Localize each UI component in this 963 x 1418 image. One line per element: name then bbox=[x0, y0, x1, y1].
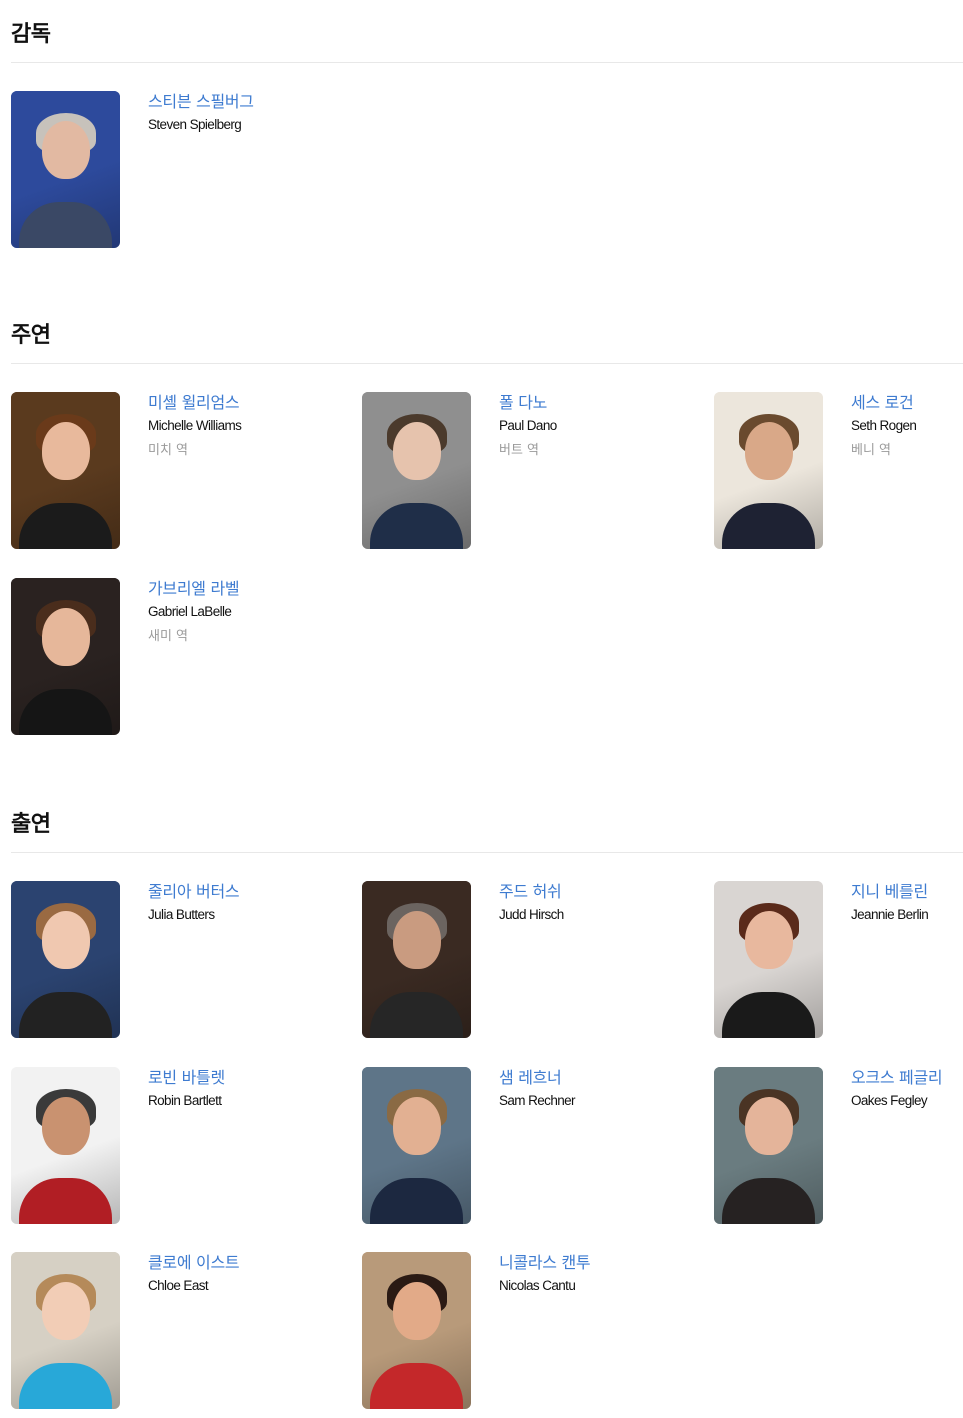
person-korean-name-link[interactable]: 스티븐 스필버그 bbox=[148, 91, 338, 113]
person-photo[interactable] bbox=[714, 392, 823, 549]
person-info: 줄리아 버터스 Julia Butters bbox=[148, 881, 338, 924]
photo-face bbox=[744, 1097, 793, 1155]
person-english-name: Oakes Fegley bbox=[851, 1093, 928, 1108]
person-english-name: Seth Rogen bbox=[851, 418, 917, 433]
person-info: 로빈 바틀렛 Robin Bartlett bbox=[148, 1067, 338, 1110]
photo-face bbox=[392, 1282, 441, 1340]
photo-face bbox=[744, 422, 793, 480]
photo-face bbox=[392, 911, 441, 969]
person-info: 가브리엘 라벨 Gabriel LaBelle 새미 역 bbox=[148, 578, 338, 646]
person-info: 세스 로건 Seth Rogen 베니 역 bbox=[851, 392, 963, 460]
person-card[interactable]: 줄리아 버터스 Julia Butters bbox=[11, 881, 341, 1041]
person-english-name: Michelle Williams bbox=[148, 418, 242, 433]
person-photo[interactable] bbox=[362, 881, 471, 1038]
photo-face bbox=[392, 1097, 441, 1155]
person-korean-name-link[interactable]: 가브리엘 라벨 bbox=[148, 578, 338, 600]
person-card[interactable]: 주드 허쉬 Judd Hirsch bbox=[362, 881, 692, 1041]
person-info: 지니 베를린 Jeannie Berlin bbox=[851, 881, 963, 924]
person-photo[interactable] bbox=[11, 881, 120, 1038]
photo-face bbox=[41, 608, 90, 666]
person-card[interactable]: 가브리엘 라벨 Gabriel LaBelle 새미 역 bbox=[11, 578, 341, 738]
person-photo[interactable] bbox=[11, 578, 120, 735]
lead-section: 주연 미셸 윌리엄스 Michelle Williams 미치 역 폴 다노 Paul … bbox=[11, 318, 963, 737]
person-korean-name-link[interactable]: 로빈 바틀렛 bbox=[148, 1067, 338, 1089]
person-role: 베니 역 bbox=[851, 443, 892, 458]
section-title-lead: 주연 bbox=[11, 323, 51, 348]
person-info: 클로에 이스트 Chloe East bbox=[148, 1252, 338, 1295]
person-english-name: Paul Dano bbox=[499, 418, 557, 433]
person-korean-name-link[interactable]: 클로에 이스트 bbox=[148, 1252, 338, 1274]
person-role: 새미 역 bbox=[148, 629, 189, 644]
person-photo[interactable] bbox=[11, 392, 120, 549]
person-info: 주드 허쉬 Judd Hirsch bbox=[499, 881, 689, 924]
person-photo[interactable] bbox=[11, 1067, 120, 1224]
person-photo[interactable] bbox=[714, 881, 823, 1038]
section-title-cast: 출연 bbox=[11, 812, 51, 837]
person-korean-name-link[interactable]: 줄리아 버터스 bbox=[148, 881, 338, 903]
person-korean-name-link[interactable]: 주드 허쉬 bbox=[499, 881, 689, 903]
person-photo[interactable] bbox=[362, 1067, 471, 1224]
person-card[interactable]: 샘 레흐너 Sam Rechner bbox=[362, 1067, 692, 1227]
person-card[interactable]: 미셸 윌리엄스 Michelle Williams 미치 역 bbox=[11, 392, 341, 552]
person-info: 미셸 윌리엄스 Michelle Williams 미치 역 bbox=[148, 392, 338, 460]
person-english-name: Steven Spielberg bbox=[148, 117, 242, 132]
person-card[interactable]: 세스 로건 Seth Rogen 베니 역 bbox=[714, 392, 963, 552]
person-card[interactable]: 로빈 바틀렛 Robin Bartlett bbox=[11, 1067, 341, 1227]
person-korean-name-link[interactable]: 세스 로건 bbox=[851, 392, 963, 414]
photo-face bbox=[744, 911, 793, 969]
person-card[interactable]: 지니 베를린 Jeannie Berlin bbox=[714, 881, 963, 1041]
section-title-director: 감독 bbox=[11, 22, 51, 47]
person-role: 버트 역 bbox=[499, 443, 540, 458]
person-english-name: Judd Hirsch bbox=[499, 907, 564, 922]
person-english-name: Jeannie Berlin bbox=[851, 907, 929, 922]
person-korean-name-link[interactable]: 지니 베를린 bbox=[851, 881, 963, 903]
person-photo[interactable] bbox=[11, 1252, 120, 1409]
lead-grid: 미셸 윌리엄스 Michelle Williams 미치 역 폴 다노 Paul Dan… bbox=[11, 392, 963, 737]
photo-face bbox=[41, 422, 90, 480]
person-korean-name-link[interactable]: 샘 레흐너 bbox=[499, 1067, 689, 1089]
photo-face bbox=[41, 121, 90, 179]
person-photo[interactable] bbox=[714, 1067, 823, 1224]
photo-face bbox=[41, 911, 90, 969]
person-korean-name-link[interactable]: 니콜라스 캔투 bbox=[499, 1252, 689, 1274]
person-info: 니콜라스 캔투 Nicolas Cantu bbox=[499, 1252, 689, 1295]
person-card[interactable]: 스티븐 스필버그 Steven Spielberg bbox=[11, 91, 341, 251]
photo-face bbox=[41, 1282, 90, 1340]
person-info: 샘 레흐너 Sam Rechner bbox=[499, 1067, 689, 1110]
photo-face bbox=[392, 422, 441, 480]
section-divider bbox=[11, 363, 963, 364]
section-divider bbox=[11, 62, 963, 63]
person-english-name: Gabriel LaBelle bbox=[148, 604, 232, 619]
person-card[interactable]: 폴 다노 Paul Dano 버트 역 bbox=[362, 392, 692, 552]
person-card[interactable]: 클로에 이스트 Chloe East bbox=[11, 1252, 341, 1412]
person-info: 폴 다노 Paul Dano 버트 역 bbox=[499, 392, 689, 460]
person-photo[interactable] bbox=[11, 91, 120, 248]
person-korean-name-link[interactable]: 폴 다노 bbox=[499, 392, 689, 414]
person-info: 오크스 페글리 Oakes Fegley bbox=[851, 1067, 963, 1110]
cast-grid: 줄리아 버터스 Julia Butters 주드 허쉬 Judd Hirsch 지니 베… bbox=[11, 881, 963, 1411]
person-english-name: Julia Butters bbox=[148, 907, 215, 922]
person-korean-name-link[interactable]: 미셸 윌리엄스 bbox=[148, 392, 338, 414]
person-english-name: Nicolas Cantu bbox=[499, 1278, 576, 1293]
person-info: 스티븐 스필버그 Steven Spielberg bbox=[148, 91, 338, 134]
person-english-name: Sam Rechner bbox=[499, 1093, 576, 1108]
person-card[interactable]: 오크스 페글리 Oakes Fegley bbox=[714, 1067, 963, 1227]
person-korean-name-link[interactable]: 오크스 페글리 bbox=[851, 1067, 963, 1089]
photo-face bbox=[41, 1097, 90, 1155]
person-english-name: Chloe East bbox=[148, 1278, 209, 1293]
person-english-name: Robin Bartlett bbox=[148, 1093, 222, 1108]
person-role: 미치 역 bbox=[148, 443, 189, 458]
person-card[interactable]: 니콜라스 캔투 Nicolas Cantu bbox=[362, 1252, 692, 1412]
director-grid: 스티븐 스필버그 Steven Spielberg bbox=[11, 91, 963, 251]
director-section: 감독 스티븐 스필버그 Steven Spielberg bbox=[11, 17, 963, 251]
section-divider bbox=[11, 852, 963, 853]
person-photo[interactable] bbox=[362, 392, 471, 549]
person-photo[interactable] bbox=[362, 1252, 471, 1409]
cast-section: 출연 줄리아 버터스 Julia Butters 주드 허쉬 Judd Hirsch 지… bbox=[11, 807, 963, 1411]
